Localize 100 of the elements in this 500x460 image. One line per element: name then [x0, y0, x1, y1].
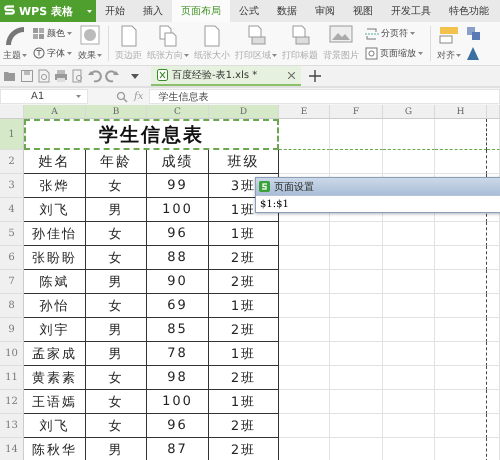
table-cell: 98: [147, 366, 209, 390]
row-number[interactable]: 11: [0, 366, 24, 390]
save-icon[interactable]: [20, 69, 34, 83]
formula-field[interactable]: 学生信息表: [149, 89, 500, 104]
table-cell: 1班: [209, 342, 279, 366]
table-cell: 男: [86, 270, 147, 294]
name-box[interactable]: A1: [0, 89, 88, 104]
table-cell: 女: [86, 174, 147, 198]
empty-cell: [279, 119, 330, 150]
ribbon-icon-button[interactable]: [465, 46, 482, 61]
empty-cell: [330, 222, 383, 246]
column-header[interactable]: G: [383, 105, 435, 119]
table-cell: 78: [147, 342, 209, 366]
column-header[interactable]: E: [279, 105, 330, 119]
empty-cell: [487, 366, 500, 390]
empty-cell: [279, 270, 330, 294]
empty-cell: [487, 222, 500, 246]
table-cell: 王语嫣: [24, 390, 86, 414]
select-all-corner[interactable]: [0, 105, 24, 119]
font-icon: [33, 47, 45, 60]
empty-cell: [435, 270, 487, 294]
menu-tab[interactable]: 开发工具: [382, 0, 440, 22]
menu-tab[interactable]: 插入: [134, 0, 172, 22]
ribbon-button[interactable]: 效果: [77, 24, 103, 63]
menu-tab[interactable]: 特色功能: [440, 0, 498, 22]
row-number[interactable]: 10: [0, 342, 24, 366]
align-icon: [439, 25, 459, 45]
caret-icon: [67, 52, 72, 55]
row-number[interactable]: 8: [0, 294, 24, 318]
row-number[interactable]: 5: [0, 222, 24, 246]
column-header[interactable]: C: [147, 105, 209, 119]
row-number[interactable]: 1: [0, 119, 24, 150]
column-header[interactable]: H: [435, 105, 487, 119]
menu-tab[interactable]: 审阅: [306, 0, 344, 22]
column-header[interactable]: D: [209, 105, 279, 119]
row-number[interactable]: 14: [0, 438, 24, 460]
logo-icon: [4, 5, 15, 17]
undo-icon[interactable]: [88, 69, 102, 83]
search-icon[interactable]: [116, 90, 128, 102]
preview-icon[interactable]: [71, 69, 85, 83]
menu-tab[interactable]: 开始: [96, 0, 134, 22]
empty-cell: [330, 270, 383, 294]
ribbon-button[interactable]: 对齐: [436, 24, 462, 63]
table-cell: 88: [147, 246, 209, 270]
table-cell: 陈秋华: [24, 438, 86, 460]
ribbon-button[interactable]: 颜色: [31, 26, 74, 42]
empty-cell: [279, 318, 330, 342]
caret-icon: [272, 54, 277, 57]
table-cell: 孙怡: [24, 294, 86, 318]
zoom-icon: [365, 46, 378, 60]
table-cell: 刘飞: [24, 198, 86, 222]
menu-tab[interactable]: 数据: [268, 0, 306, 22]
menu-tab[interactable]: 视图: [344, 0, 382, 22]
table-cell: 87: [147, 438, 209, 460]
app-menu-button[interactable]: WPS 表格: [0, 0, 96, 22]
export-icon[interactable]: [37, 69, 51, 83]
ribbon-button[interactable]: 页面缩放: [363, 46, 425, 61]
column-header[interactable]: F: [330, 105, 383, 119]
empty-cell: [487, 342, 500, 366]
row-number[interactable]: 4: [0, 198, 24, 222]
ribbon-button[interactable]: 主题: [2, 24, 28, 63]
redo-icon[interactable]: [105, 69, 119, 83]
menu-tab[interactable]: 公式: [230, 0, 268, 22]
row-number[interactable]: 2: [0, 150, 24, 174]
column-title: 班级: [209, 150, 279, 174]
app-logo-icon: [259, 181, 270, 192]
open-icon[interactable]: [3, 69, 17, 83]
table-cell: 陈斌: [24, 270, 86, 294]
printer-icon: [246, 25, 266, 47]
row-number[interactable]: 7: [0, 270, 24, 294]
caret-icon: [418, 52, 423, 55]
empty-cell: [383, 366, 435, 390]
function-button[interactable]: fx: [134, 91, 144, 102]
empty-cell: [435, 294, 487, 318]
column-header[interactable]: B: [86, 105, 147, 119]
column-header[interactable]: A: [24, 105, 86, 119]
row-number[interactable]: 13: [0, 414, 24, 438]
empty-cell: [279, 414, 330, 438]
empty-cell: [330, 150, 383, 174]
print-icon[interactable]: [54, 69, 68, 83]
empty-cell: [383, 270, 435, 294]
ribbon-icon-button[interactable]: [465, 26, 482, 42]
ribbon-button[interactable]: 分页符: [363, 26, 425, 42]
range-field[interactable]: $1:$1: [256, 195, 500, 212]
row-number[interactable]: 9: [0, 318, 24, 342]
empty-cell: [330, 119, 383, 150]
document-tab[interactable]: 百度经验-表1.xls *: [151, 66, 301, 86]
close-icon[interactable]: [288, 72, 295, 78]
ribbon-button[interactable]: 字体: [31, 46, 74, 61]
menu-tab[interactable]: 页面布局: [172, 0, 230, 22]
add-tab-icon[interactable]: [308, 69, 322, 83]
palette-icon: [33, 28, 45, 40]
row-number[interactable]: 6: [0, 246, 24, 270]
row-number[interactable]: 3: [0, 174, 24, 198]
column-title: 姓名: [24, 150, 86, 174]
empty-cell: [435, 246, 487, 270]
column-header[interactable]: [487, 105, 500, 119]
empty-cell: [435, 342, 487, 366]
table-cell: 男: [86, 318, 147, 342]
row-number[interactable]: 12: [0, 390, 24, 414]
